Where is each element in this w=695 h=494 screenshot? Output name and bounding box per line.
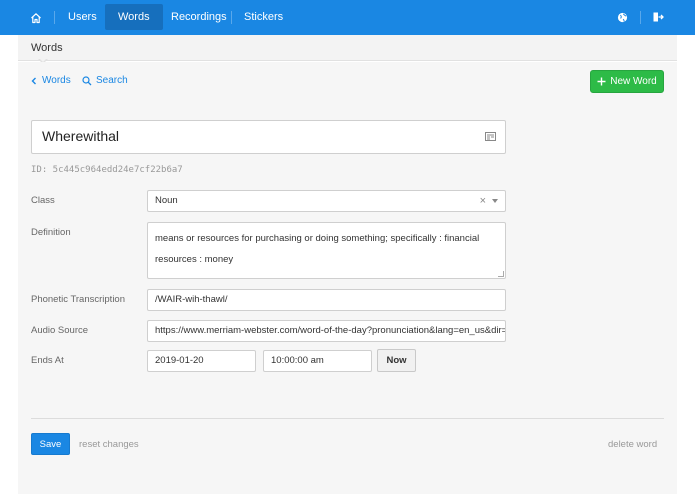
delete-word-link[interactable]: delete word — [608, 439, 657, 450]
definition-value: means or resources for purchasing or doi… — [155, 233, 480, 265]
chevron-down-icon[interactable] — [492, 199, 498, 203]
page-title: Words — [31, 42, 63, 54]
nav-item-users[interactable]: Users — [55, 4, 110, 30]
audio-source-value: https://www.merriam-webster.com/word-of-… — [155, 325, 506, 336]
word-edit-panel: Words Search New Word Wherewithal ID: 5c… — [18, 62, 677, 494]
definition-textarea[interactable]: means or resources for purchasing or doi… — [147, 222, 506, 279]
search-link[interactable]: Search — [82, 75, 128, 86]
breadcrumb: Words — [18, 35, 677, 64]
globe-icon[interactable] — [614, 9, 630, 25]
class-value: Noun — [155, 195, 178, 206]
nav-item-stickers[interactable]: Stickers — [231, 4, 296, 30]
class-select[interactable]: Noun × — [147, 190, 506, 212]
class-label: Class — [31, 195, 55, 206]
top-navbar: Users Words Recordings Stickers — [0, 0, 695, 35]
save-button[interactable]: Save — [31, 433, 70, 455]
audio-label: Audio Source — [31, 325, 89, 336]
new-word-button[interactable]: New Word — [590, 70, 664, 93]
ends-at-date-value: 2019-01-20 — [155, 355, 204, 366]
ends-at-label: Ends At — [31, 355, 64, 366]
word-card-icon[interactable] — [485, 132, 496, 144]
phonetic-input[interactable]: /WAIR-wih-thawl/ — [147, 289, 506, 311]
ends-at-date-input[interactable]: 2019-01-20 — [147, 350, 256, 372]
phonetic-label: Phonetic Transcription — [31, 294, 125, 305]
nav-item-words[interactable]: Words — [105, 4, 163, 30]
definition-label: Definition — [31, 227, 71, 238]
word-input[interactable]: Wherewithal — [31, 120, 506, 154]
chevron-left-icon — [31, 77, 36, 84]
form-divider — [31, 418, 664, 419]
word-id: ID: 5c445c964edd24e7cf22b6a7 — [31, 165, 183, 175]
search-link-label: Search — [96, 75, 128, 86]
back-link-label: Words — [42, 75, 71, 86]
word-input-value: Wherewithal — [42, 128, 120, 144]
ends-at-time-value: 10:00:00 am — [271, 355, 324, 366]
search-icon — [82, 75, 92, 85]
plus-icon — [597, 77, 606, 86]
audio-source-input[interactable]: https://www.merriam-webster.com/word-of-… — [147, 320, 506, 342]
nav-item-recordings[interactable]: Recordings — [158, 4, 240, 30]
nav-divider — [640, 11, 641, 24]
now-button[interactable]: Now — [377, 349, 416, 372]
clear-icon[interactable]: × — [480, 191, 486, 211]
home-icon[interactable] — [24, 0, 48, 35]
reset-changes-link[interactable]: reset changes — [79, 439, 139, 450]
phonetic-value: /WAIR-wih-thawl/ — [155, 294, 228, 305]
logout-icon[interactable] — [650, 9, 666, 25]
resize-handle-icon[interactable] — [498, 271, 504, 277]
back-to-words-link[interactable]: Words — [31, 75, 71, 86]
new-word-label: New Word — [610, 76, 657, 87]
ends-at-time-input[interactable]: 10:00:00 am — [263, 350, 372, 372]
